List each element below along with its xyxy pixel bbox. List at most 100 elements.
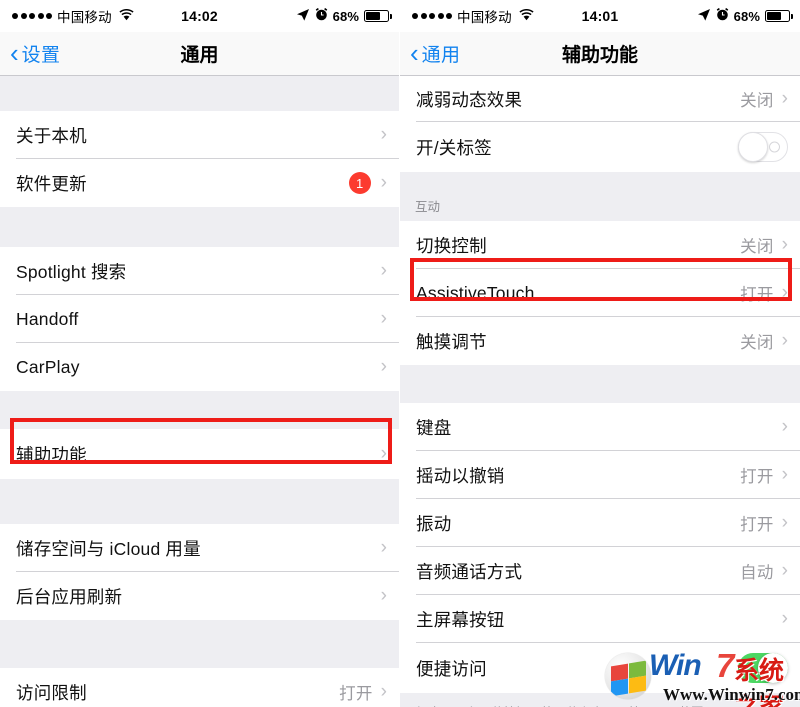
left-status-bar: 中国移动 14:02 68%	[0, 0, 399, 32]
chevron-right-icon: ›	[380, 681, 387, 702]
list-item-carplay[interactable]: CarPlay ›	[0, 343, 399, 391]
list-item-accessibility[interactable]: 辅助功能 ›	[0, 429, 399, 479]
list-item-label: 访问限制	[16, 682, 87, 703]
list-item-label: 辅助功能	[16, 444, 87, 465]
list-item-label: 软件更新	[16, 173, 87, 194]
chevron-right-icon: ›	[380, 260, 387, 281]
list-item-label: 主屏幕按钮	[416, 609, 505, 630]
chevron-right-icon: ›	[380, 537, 387, 558]
list-item-value: 打开	[740, 286, 774, 304]
list-item-label: 开/关标签	[416, 137, 492, 158]
location-arrow-icon	[296, 8, 310, 25]
chevron-right-icon: ›	[781, 88, 788, 109]
list-item-call-audio-routing[interactable]: 音频通话方式 自动 ›	[400, 547, 800, 595]
list-item-keyboard[interactable]: 键盘 ›	[400, 403, 800, 451]
onoff-labels-toggle[interactable]	[738, 132, 788, 162]
wifi-icon	[119, 8, 134, 24]
list-item-home-button[interactable]: 主屏幕按钮 ›	[400, 595, 800, 643]
list-item-reduce-motion[interactable]: 减弱动态效果 关闭 ›	[400, 76, 800, 122]
list-item-label: 减弱动态效果	[416, 89, 523, 110]
wifi-icon	[519, 8, 534, 24]
battery-percentage: 68%	[332, 8, 359, 24]
list-item-label: 键盘	[416, 417, 452, 438]
status-bar-left: 中国移动	[12, 6, 134, 26]
list-item-label: 后台应用刷新	[16, 586, 123, 607]
list-item-label: Handoff	[16, 308, 79, 329]
list-item-handoff[interactable]: Handoff ›	[0, 295, 399, 343]
list-item-touch-accommodations[interactable]: 触摸调节 关闭 ›	[400, 317, 800, 365]
dual-screenshot-container: 中国移动 14:02 68% ‹ 设置 通用 关于本机 › 软件更新 1 › S…	[0, 0, 800, 707]
battery-icon	[364, 10, 392, 22]
list-item-label: CarPlay	[16, 356, 80, 377]
list-item-label: Spotlight 搜索	[16, 261, 127, 282]
carrier-name: 中国移动	[57, 10, 112, 25]
list-item-software-update[interactable]: 软件更新 1 ›	[0, 159, 399, 207]
chevron-right-icon: ›	[781, 608, 788, 629]
battery-percentage: 68%	[733, 8, 760, 24]
chevron-right-icon: ›	[380, 356, 387, 377]
section-gap	[0, 391, 399, 429]
signal-strength-dots-icon	[12, 13, 52, 19]
list-item-value: 关闭	[740, 238, 774, 256]
right-status-bar: 中国移动 14:01 68%	[400, 0, 800, 32]
list-item-restrictions[interactable]: 访问限制 打开 ›	[0, 668, 399, 707]
toggle-off-ring-icon	[769, 141, 780, 153]
list-item-assistivetouch[interactable]: AssistiveTouch 打开 ›	[400, 269, 800, 317]
carrier-name: 中国移动	[457, 10, 512, 25]
list-item-reachability[interactable]: 便捷访问	[400, 643, 800, 693]
chevron-right-icon: ›	[781, 464, 788, 485]
right-settings-list: 减弱动态效果 关闭 › 开/关标签 互动 切换控制 关闭 › Assistive…	[400, 76, 800, 707]
right-phone-screen: 中国移动 14:01 68% ‹ 通用 辅助功能 减弱动态效果 关闭 › 开/关…	[400, 0, 800, 707]
back-button-settings[interactable]: ‹ 设置	[10, 40, 60, 67]
section-gap	[0, 479, 399, 524]
reachability-toggle[interactable]	[738, 653, 788, 683]
list-item-label: 摇动以撤销	[416, 465, 505, 486]
toggle-knob	[738, 132, 768, 162]
chevron-right-icon: ›	[781, 234, 788, 255]
toggle-knob	[758, 653, 788, 683]
alarm-clock-icon	[315, 7, 328, 24]
status-bar-right: 68%	[697, 7, 793, 25]
back-button-general[interactable]: ‹ 通用	[410, 40, 460, 67]
list-item-switch-control[interactable]: 切换控制 关闭 ›	[400, 221, 800, 269]
back-button-label: 通用	[421, 45, 461, 66]
list-item-label: 储存空间与 iCloud 用量	[16, 538, 201, 559]
list-item-shake-to-undo[interactable]: 摇动以撤销 打开 ›	[400, 451, 800, 499]
chevron-right-icon: ›	[380, 124, 387, 145]
chevron-right-icon: ›	[380, 443, 387, 464]
chevron-right-icon: ›	[781, 512, 788, 533]
status-bar-right: 68%	[296, 7, 392, 25]
list-item-storage-icloud[interactable]: 储存空间与 iCloud 用量 ›	[0, 524, 399, 572]
chevron-right-icon: ›	[781, 330, 788, 351]
back-button-label: 设置	[21, 45, 61, 66]
chevron-right-icon: ›	[380, 585, 387, 606]
reachability-footnote: 轻点两下主屏幕按钮，将屏幕上方项目拉至可及范围	[400, 693, 800, 707]
list-item-vibration[interactable]: 振动 打开 ›	[400, 499, 800, 547]
list-item-label: 音频通话方式	[416, 561, 523, 582]
list-item-label: 便捷访问	[416, 658, 487, 679]
chevron-right-icon: ›	[781, 416, 788, 437]
list-item-onoff-labels[interactable]: 开/关标签	[400, 122, 800, 172]
list-item-label: 触摸调节	[416, 331, 487, 352]
list-item-background-app-refresh[interactable]: 后台应用刷新 ›	[0, 572, 399, 620]
alarm-clock-icon	[716, 7, 729, 24]
list-item-value: 关闭	[740, 92, 774, 110]
list-item-label: AssistiveTouch	[416, 282, 535, 303]
update-count-badge: 1	[348, 172, 371, 194]
signal-strength-dots-icon	[412, 13, 452, 19]
list-item-value: 打开	[339, 685, 373, 703]
chevron-left-icon: ‹	[410, 37, 419, 68]
right-nav-bar: ‹ 通用 辅助功能	[400, 32, 800, 76]
list-item-value: 自动	[740, 564, 774, 582]
list-item-label: 切换控制	[416, 235, 487, 256]
left-settings-list: 关于本机 › 软件更新 1 › Spotlight 搜索 › Handoff ›…	[0, 76, 399, 707]
list-item-spotlight-search[interactable]: Spotlight 搜索 ›	[0, 247, 399, 295]
list-item-label: 振动	[416, 513, 452, 534]
section-gap	[0, 620, 399, 668]
section-header-interaction: 互动	[400, 172, 800, 221]
chevron-right-icon: ›	[781, 282, 788, 303]
left-phone-screen: 中国移动 14:02 68% ‹ 设置 通用 关于本机 › 软件更新 1 › S…	[0, 0, 400, 707]
location-arrow-icon	[697, 8, 711, 25]
list-item-about[interactable]: 关于本机 ›	[0, 111, 399, 159]
status-bar-left: 中国移动	[412, 6, 534, 26]
